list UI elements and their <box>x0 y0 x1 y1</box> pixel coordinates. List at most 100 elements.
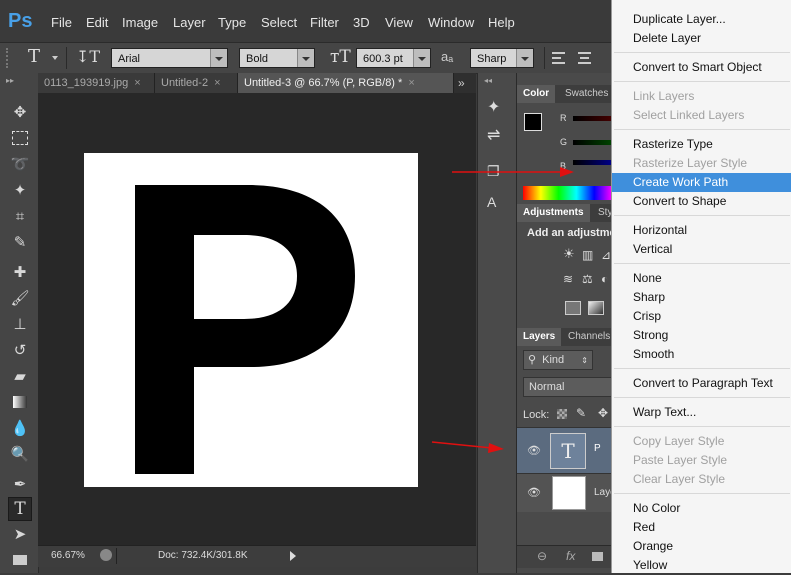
brightness-adjust-icon[interactable]: ☀ <box>563 246 575 262</box>
visibility-eye-icon[interactable]: 👁 <box>527 486 541 499</box>
font-size-field[interactable]: 600.3 pt <box>356 48 431 68</box>
filter-kind-select[interactable]: ⚲ Kind ⇕ <box>523 350 593 370</box>
type-tool-icon[interactable]: T <box>8 497 32 521</box>
close-icon[interactable]: × <box>214 77 220 89</box>
menu-file[interactable]: File <box>51 15 72 30</box>
gradient-map-icon[interactable] <box>588 301 604 315</box>
pen-tool-icon[interactable]: ✒ <box>9 473 31 495</box>
menu-item-crisp[interactable]: Crisp <box>612 307 791 326</box>
align-left-icon[interactable] <box>552 52 565 64</box>
hue-saturation-icon[interactable]: ≋ <box>563 272 573 286</box>
lasso-tool-icon[interactable]: ➰ <box>9 153 31 175</box>
menu-item-none[interactable]: None <box>612 269 791 288</box>
crop-tool-icon[interactable]: ⌗ <box>9 205 31 227</box>
shape-tool-icon[interactable] <box>9 549 31 571</box>
layer-row-text[interactable]: 👁 T P <box>517 427 612 474</box>
menu-item-delete-layer[interactable]: Delete Layer <box>612 29 791 48</box>
brush-tool-icon[interactable]: 🖌 <box>9 287 31 309</box>
type-tool-preset-icon[interactable]: T <box>28 46 40 67</box>
tab-adjustments[interactable]: Adjustments <box>517 204 590 222</box>
menu-item-yellow[interactable]: Yellow <box>612 556 791 575</box>
fx-icon[interactable]: fx <box>566 549 575 563</box>
collapse-icon[interactable]: ▸▸ <box>6 76 14 85</box>
menu-item-duplicate-layer[interactable]: Duplicate Layer... <box>612 10 791 29</box>
layer-row-background[interactable]: 👁 Laye <box>517 473 616 512</box>
character-panel-icon[interactable]: A <box>487 194 496 210</box>
menu-item-no-color[interactable]: No Color <box>612 499 791 518</box>
add-mask-icon[interactable] <box>592 552 603 561</box>
healing-brush-tool-icon[interactable]: ✚ <box>9 261 31 283</box>
tab-doc-jpg[interactable]: 0113_193919.jpg × <box>38 73 155 93</box>
menu-type[interactable]: Type <box>218 15 246 30</box>
align-center-icon[interactable] <box>578 52 591 64</box>
menu-3d[interactable]: 3D <box>353 15 370 30</box>
menu-image[interactable]: Image <box>122 15 158 30</box>
tab-color[interactable]: Color <box>517 85 556 103</box>
menu-item-vertical[interactable]: Vertical <box>612 240 791 259</box>
brush-presets-icon[interactable]: ⇌ <box>487 125 500 145</box>
eraser-tool-icon[interactable]: ▰ <box>9 365 31 387</box>
black-white-icon[interactable]: ◐ <box>601 272 608 286</box>
brush-panel-icon[interactable]: ✦ <box>487 97 500 117</box>
status-options-icon[interactable] <box>100 549 112 561</box>
link-layers-icon[interactable]: ⊖ <box>537 549 547 563</box>
curves-adjust-icon[interactable]: ⊿ <box>601 248 611 262</box>
menu-item-convert-to-paragraph-text[interactable]: Convert to Paragraph Text <box>612 374 791 393</box>
menu-window[interactable]: Window <box>428 15 474 30</box>
collapse-icon[interactable]: ◂◂ <box>484 76 492 85</box>
document-canvas[interactable]: P <box>84 153 418 487</box>
close-icon[interactable]: × <box>134 77 140 89</box>
eyedropper-tool-icon[interactable]: ✎ <box>9 231 31 253</box>
foreground-color-swatch[interactable] <box>524 113 542 131</box>
dodge-tool-icon[interactable]: 🔍 <box>9 443 31 465</box>
menu-item-smooth[interactable]: Smooth <box>612 345 791 364</box>
tab-untitled-2[interactable]: Untitled-2 × <box>155 73 238 93</box>
tab-layers[interactable]: Layers <box>517 328 562 346</box>
levels-adjust-icon[interactable]: ▥ <box>582 248 593 262</box>
tab-untitled-3[interactable]: Untitled-3 @ 66.7% (P, RGB/8) * × <box>238 73 454 93</box>
tab-overflow-icon[interactable]: » <box>458 76 465 90</box>
menu-item-strong[interactable]: Strong <box>612 326 791 345</box>
gradient-tool-icon[interactable] <box>9 391 31 413</box>
menu-item-red[interactable]: Red <box>612 518 791 537</box>
history-brush-tool-icon[interactable]: ↺ <box>9 339 31 361</box>
menu-item-rasterize-type[interactable]: Rasterize Type <box>612 135 791 154</box>
lock-position-icon[interactable]: ✥ <box>598 406 608 420</box>
photo-filter-icon[interactable] <box>565 301 581 315</box>
blend-mode-select[interactable]: Normal <box>523 377 614 397</box>
lock-pixels-icon[interactable]: ✎ <box>576 406 586 420</box>
menu-item-sharp[interactable]: Sharp <box>612 288 791 307</box>
menu-view[interactable]: View <box>385 15 413 30</box>
visibility-eye-icon[interactable]: 👁 <box>527 444 541 457</box>
menu-item-horizontal[interactable]: Horizontal <box>612 221 791 240</box>
menu-edit[interactable]: Edit <box>86 15 108 30</box>
menu-item-warp-text[interactable]: Warp Text... <box>612 403 791 422</box>
menu-item-orange[interactable]: Orange <box>612 537 791 556</box>
menu-item-convert-to-smart-object[interactable]: Convert to Smart Object <box>612 58 791 77</box>
menu-help[interactable]: Help <box>488 15 515 30</box>
font-family-select[interactable]: Arial <box>111 48 228 68</box>
tab-swatches[interactable]: Swatches <box>559 85 614 103</box>
menu-item-create-work-path[interactable]: Create Work Path <box>612 173 791 192</box>
move-tool-icon[interactable]: ✥ <box>9 101 31 123</box>
clone-stamp-tool-icon[interactable]: ⊥ <box>9 313 31 335</box>
antialias-select[interactable]: Sharp <box>470 48 534 68</box>
zoom-level[interactable]: 66.67% <box>51 550 85 561</box>
green-slider[interactable] <box>573 140 612 145</box>
magic-wand-tool-icon[interactable]: ✦ <box>9 179 31 201</box>
color-spectrum-bar[interactable] <box>523 186 612 200</box>
marquee-tool-icon[interactable] <box>9 127 31 149</box>
menu-item-convert-to-shape[interactable]: Convert to Shape <box>612 192 791 211</box>
lock-transparent-icon[interactable] <box>557 409 567 419</box>
status-menu-arrow-icon[interactable] <box>290 551 296 561</box>
menu-filter[interactable]: Filter <box>310 15 339 30</box>
preset-dropdown-icon[interactable] <box>52 56 58 60</box>
path-selection-tool-icon[interactable]: ➤ <box>9 523 31 545</box>
blur-tool-icon[interactable]: 💧 <box>9 417 31 439</box>
red-slider[interactable] <box>573 116 612 121</box>
color-balance-icon[interactable]: ⚖ <box>582 272 593 286</box>
font-style-select[interactable]: Bold <box>239 48 315 68</box>
tab-channels[interactable]: Channels <box>562 328 616 346</box>
close-icon[interactable]: × <box>408 77 414 89</box>
menu-select[interactable]: Select <box>261 15 297 30</box>
